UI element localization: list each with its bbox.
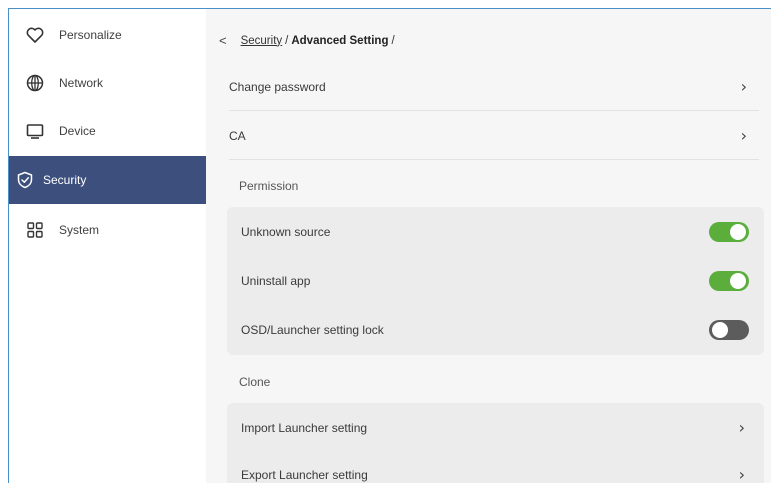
toggle-knob [730, 272, 746, 289]
chevron-right-icon: › [740, 126, 747, 145]
uninstall-app-row: Uninstall app [241, 256, 751, 305]
sidebar-item-network[interactable]: Network [9, 59, 206, 107]
back-icon[interactable]: < [219, 33, 227, 48]
unknown-source-toggle[interactable] [709, 221, 749, 242]
breadcrumb-link-security[interactable]: Security [241, 35, 283, 47]
breadcrumb-separator: / [285, 34, 289, 47]
toggle-knob [730, 223, 746, 240]
sidebar-item-label: Device [59, 124, 96, 138]
unknown-source-row: Unknown source [241, 207, 751, 256]
breadcrumb: < Security / Advanced Setting / [219, 33, 398, 48]
sidebar-item-system[interactable]: System [9, 206, 206, 254]
sidebar-item-device[interactable]: Device [9, 107, 206, 155]
chevron-right-icon: › [738, 418, 745, 437]
uninstall-app-toggle[interactable] [709, 270, 749, 291]
permission-section-label: Permission [239, 179, 299, 193]
clone-section-label: Clone [239, 375, 271, 389]
row-label: OSD/Launcher setting lock [241, 322, 384, 337]
sidebar-item-label: Personalize [59, 28, 122, 42]
divider [229, 159, 759, 160]
row-label: Uninstall app [241, 273, 311, 288]
globe-icon [25, 73, 45, 93]
sidebar-item-security[interactable]: Security [9, 156, 206, 204]
sidebar-item-label: System [59, 223, 100, 237]
row-label: CA [229, 128, 246, 143]
chevron-right-icon: › [738, 465, 745, 483]
sidebar-item-label: Security [43, 173, 87, 187]
export-launcher-row[interactable]: Export Launcher setting › [241, 450, 751, 483]
osd-launcher-lock-row: OSD/Launcher setting lock [241, 305, 751, 354]
sidebar-item-label: Network [59, 76, 104, 90]
sidebar-item-personalize[interactable]: Personalize [9, 11, 206, 59]
chevron-right-icon: › [740, 77, 747, 96]
shield-check-icon [15, 170, 35, 190]
grid-icon [25, 220, 45, 240]
breadcrumb-separator: / [391, 34, 395, 47]
osd-launcher-lock-toggle[interactable] [709, 319, 749, 340]
sidebar: Personalize Network Device Security Syst… [9, 9, 206, 483]
row-label: Unknown source [241, 224, 331, 239]
row-label: Export Launcher setting [241, 467, 368, 482]
settings-window: Personalize Network Device Security Syst… [8, 8, 771, 483]
permission-card: Unknown source Uninstall app OSD/Launche… [227, 207, 764, 355]
import-launcher-row[interactable]: Import Launcher setting › [241, 403, 751, 452]
content-panel: < Security / Advanced Setting / Change p… [206, 9, 771, 483]
toggle-knob [712, 321, 728, 338]
row-label: Change password [229, 79, 326, 94]
row-label: Import Launcher setting [241, 420, 368, 435]
clone-card: Import Launcher setting › Export Launche… [227, 403, 764, 483]
heart-icon [25, 25, 45, 45]
change-password-row[interactable]: Change password › [229, 62, 759, 111]
ca-row[interactable]: CA › [229, 111, 759, 160]
breadcrumb-current: Advanced Setting [291, 34, 389, 47]
monitor-icon [25, 121, 45, 141]
